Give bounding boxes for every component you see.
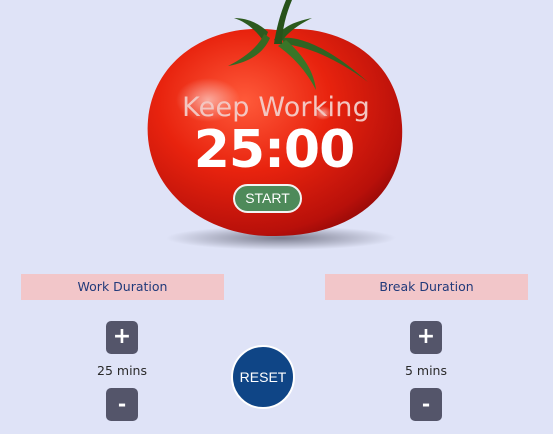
- break-increment-button[interactable]: +: [410, 321, 442, 354]
- break-duration-label: Break Duration: [325, 274, 528, 300]
- timer-display: 25:00: [193, 120, 356, 180]
- work-increment-button[interactable]: +: [106, 321, 138, 354]
- reset-button[interactable]: RESET: [231, 345, 295, 409]
- work-decrement-button[interactable]: -: [106, 388, 138, 421]
- break-decrement-button[interactable]: -: [410, 388, 442, 421]
- break-duration-value: 5 mins: [404, 363, 447, 378]
- start-button[interactable]: START: [233, 184, 302, 213]
- tomato-timer: Keep Working 25:00 START: [136, 0, 416, 255]
- work-duration-label: Work Duration: [21, 274, 224, 300]
- work-duration-value: 25 mins: [97, 363, 147, 378]
- timer-status-label: Keep Working: [182, 92, 370, 123]
